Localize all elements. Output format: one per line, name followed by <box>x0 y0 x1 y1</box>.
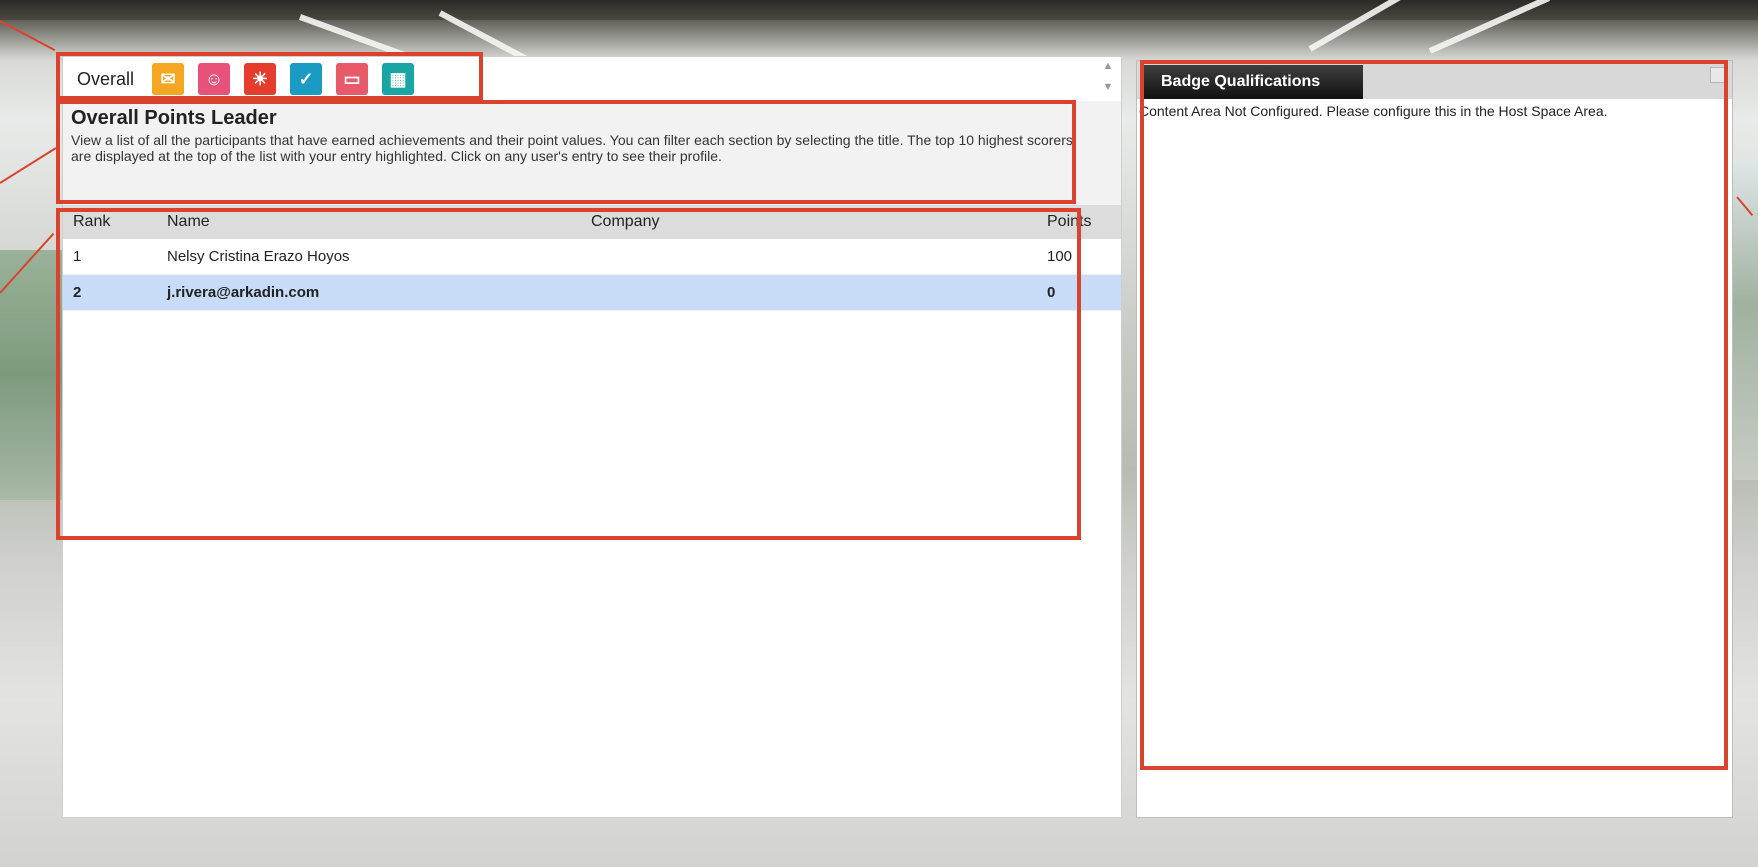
tab-scroll-arrows[interactable]: ▲ ▼ <box>1101 61 1115 93</box>
header-rank[interactable]: Rank <box>63 213 167 231</box>
leaderboard-intro: Overall Points Leader View a list of all… <box>63 101 1121 205</box>
scroll-down-icon[interactable]: ▼ <box>1103 82 1114 93</box>
intro-title: Overall Points Leader <box>71 107 277 129</box>
row-points: 0 <box>1047 284 1056 301</box>
header-points[interactable]: Points <box>1047 213 1117 231</box>
leaderboard-table: Rank Name Company Points 1 Nelsy Cristin… <box>63 205 1121 311</box>
calendar-icon[interactable]: ▦ <box>382 63 415 95</box>
people-icon[interactable]: ☺ <box>198 63 231 95</box>
presentation-icon[interactable]: ▭ <box>336 63 369 95</box>
badge-panel-content: Content Area Not Configured. Please conf… <box>1139 103 1608 119</box>
row-name: Nelsy Cristina Erazo Hoyos <box>167 248 350 265</box>
header-name[interactable]: Name <box>167 213 591 231</box>
tab-badge-qualifications[interactable]: Badge Qualifications <box>1141 65 1363 99</box>
header-company[interactable]: Company <box>591 213 1047 231</box>
badge-panel-header: Badge Qualifications <box>1137 61 1732 99</box>
leaderboard-tabbar: Overall ✉ ☺ ☀ ✓ ▭ ▦ ▲ ▼ <box>63 57 1121 101</box>
expand-icon[interactable] <box>1710 67 1726 83</box>
annotation-leader-line <box>0 147 57 184</box>
intro-description: View a list of all the participants that… <box>71 132 1073 164</box>
table-header: Rank Name Company Points <box>63 205 1121 239</box>
idea-icon[interactable]: ☀ <box>244 63 277 95</box>
row-points: 100 <box>1047 248 1073 265</box>
like-icon[interactable]: ✓ <box>290 63 323 95</box>
row-rank: 2 <box>73 284 82 301</box>
tab-overall[interactable]: Overall <box>73 65 138 94</box>
achievements-icon[interactable]: ✉ <box>152 63 185 95</box>
row-name: j.rivera@arkadin.com <box>167 284 320 301</box>
ceiling-background <box>0 0 1758 20</box>
leaderboard-panel: Overall ✉ ☺ ☀ ✓ ▭ ▦ ▲ ▼ Overall Points L… <box>62 56 1122 818</box>
table-row-current-user[interactable]: 2 j.rivera@arkadin.com 0 <box>63 275 1121 311</box>
background-window <box>0 250 62 500</box>
badge-qualifications-panel: Badge Qualifications Content Area Not Co… <box>1136 60 1733 818</box>
table-row[interactable]: 1 Nelsy Cristina Erazo Hoyos 100 <box>63 239 1121 275</box>
scroll-up-icon[interactable]: ▲ <box>1103 61 1114 72</box>
annotation-leader-line <box>0 20 56 51</box>
row-rank: 1 <box>73 248 82 265</box>
